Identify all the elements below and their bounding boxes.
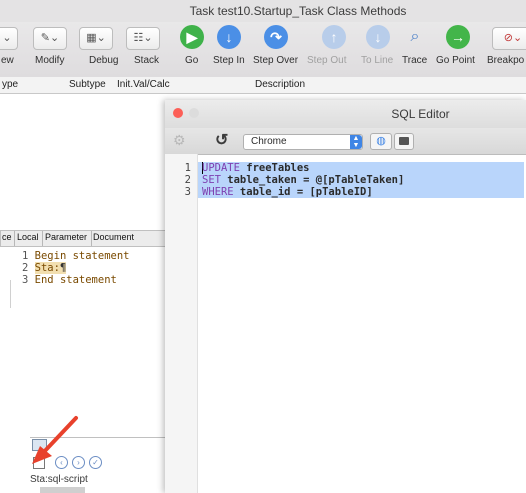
line-gutter: 1 2 3 [165, 154, 198, 493]
toolbar-label-trace[interactable]: Trace [402, 55, 427, 66]
code-line: 1 Begin statement [22, 250, 129, 262]
code-line: 2 Sta:¶ [22, 262, 129, 274]
browser-select[interactable]: Chrome ▲ ▼ [243, 134, 363, 150]
step-out-icon[interactable]: ↑ [322, 25, 346, 49]
toolbar-label-modify[interactable]: Modify [35, 55, 64, 66]
view-icon[interactable]: ⌄ [0, 27, 18, 50]
panel-divider [10, 280, 11, 308]
tab-document[interactable]: Document [93, 232, 134, 242]
go-icon[interactable]: ▶ [180, 25, 204, 49]
toolbar-label-to-line[interactable]: To Line [361, 55, 393, 66]
sql-text: table_id = [pTableID] [233, 186, 373, 198]
toolbar-label-debug[interactable]: Debug [89, 55, 118, 66]
column-header: ype Subtype Init.Val/Calc Description [0, 77, 526, 94]
toolbar-label-step-out[interactable]: Step Out [307, 55, 346, 66]
pilcrow-icon: ¶ [59, 262, 67, 274]
line-number: 3 [22, 274, 29, 286]
sql-editor-toolbar: ⚙ ↺ Chrome ▲ ▼ ◍ [165, 128, 526, 155]
status-line: Sta:sql-script [30, 474, 88, 485]
code-line: 3 End statement [22, 274, 129, 286]
left-panel-tabs: ce Local Parameter Document [0, 230, 167, 247]
go-point-icon[interactable]: → [446, 25, 470, 49]
sql-editor-window: SQL Editor ⚙ ↺ Chrome ▲ ▼ ◍ 1 2 3 UPDATE … [165, 100, 526, 493]
toolbar-label-stack[interactable]: Stack [134, 55, 159, 66]
sql-editor-title-bar: SQL Editor [165, 100, 526, 128]
trace-icon[interactable]: ⌕ [404, 27, 426, 48]
modify-icon[interactable]: ✎⌄ [33, 27, 67, 50]
line-number: 2 [22, 262, 29, 274]
sql-keyword: SET [202, 174, 221, 186]
code-text: End statement [34, 274, 117, 286]
step-over-icon[interactable]: ↷ [264, 25, 288, 49]
column-type[interactable]: ype [2, 79, 18, 90]
to-line-icon[interactable]: ↓ [366, 25, 390, 49]
tab-source[interactable]: ce [2, 232, 12, 242]
breakpoint-icon[interactable]: ⊘⌄ [492, 27, 526, 50]
tab-local[interactable]: Local [17, 232, 39, 242]
scrollbar[interactable] [40, 487, 85, 493]
code-text: Begin statement [34, 250, 130, 262]
red-arrow-annotation [32, 416, 78, 464]
chevron-updown-icon: ▲ ▼ [350, 135, 362, 149]
sql-text: freeTables [239, 162, 310, 174]
line-number: 1 [184, 162, 191, 174]
method-code[interactable]: 1 Begin statement 2 Sta:¶ 3 End statemen… [22, 250, 129, 286]
panel-icon[interactable] [394, 133, 414, 150]
tab-parameter[interactable]: Parameter [45, 232, 87, 242]
sql-line: UPDATE freeTables [202, 162, 309, 174]
toolbar-label-view[interactable]: ew [1, 55, 14, 66]
sql-text: table_taken = @[pTableTaken] [220, 174, 405, 186]
gear-icon[interactable]: ⚙ [173, 132, 186, 149]
toolbar-label-step-over[interactable]: Step Over [253, 55, 298, 66]
stack-icon[interactable]: ☷⌄ [126, 27, 160, 50]
column-description[interactable]: Description [255, 79, 305, 90]
undo-icon[interactable]: ↺ [215, 130, 228, 150]
window-title-bar: Task test10.Startup_Task Class Methods [0, 0, 526, 23]
code-text: Sta: [34, 262, 60, 274]
code-highlight: Sta:¶ [34, 262, 67, 274]
sql-line: WHERE table_id = [pTableID] [202, 186, 373, 198]
toolbar-label-go-point[interactable]: Go Point [436, 55, 475, 66]
line-number: 1 [22, 250, 29, 262]
globe-icon[interactable]: ◍ [370, 133, 392, 150]
toolbar-label-go[interactable]: Go [185, 55, 198, 66]
toolbar-label-step-in[interactable]: Step In [213, 55, 245, 66]
sql-line: SET table_taken = @[pTableTaken] [202, 174, 404, 186]
sql-keyword: UPDATE [202, 162, 240, 174]
toolbar-label-breakpoint[interactable]: Breakpo [487, 55, 524, 66]
line-number: 2 [184, 174, 191, 186]
debug-toolbar: ⌄ ✎⌄ ▦⌄ ☷⌄ ▶ ↓ ↷ ↑ ↓ ⌕ → ⊘⌄ ew Modify De… [0, 22, 526, 78]
sql-keyword: WHERE [202, 186, 234, 198]
column-init-val[interactable]: Init.Val/Calc [117, 79, 170, 90]
browser-select-value: Chrome [251, 136, 287, 147]
window-title: Task test10.Startup_Task Class Methods [189, 4, 407, 18]
step-in-icon[interactable]: ↓ [217, 25, 241, 49]
line-number: 3 [184, 186, 191, 198]
sql-code-editor[interactable]: UPDATE freeTables SET table_taken = @[pT… [198, 154, 526, 493]
sql-editor-title: SQL Editor [391, 107, 450, 121]
debug-icon[interactable]: ▦⌄ [79, 27, 113, 50]
column-subtype[interactable]: Subtype [69, 79, 106, 90]
